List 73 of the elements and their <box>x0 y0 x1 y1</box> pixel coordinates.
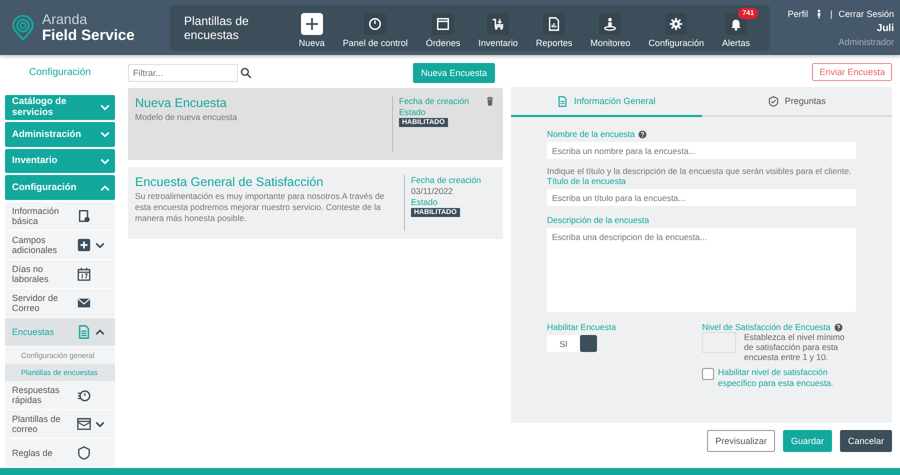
gauge-icon <box>368 16 382 30</box>
checkbox-label: Habilitar nivel de satisfacción específico para esta encuesta. <box>718 367 834 389</box>
sidebar-title: Configuración <box>28 66 92 80</box>
nav-item[interactable]: Nueva <box>290 8 333 48</box>
envelope-icon <box>77 296 91 310</box>
survey-title: Encuesta General de Satisfacción <box>135 175 324 189</box>
checkbox[interactable] <box>702 368 714 380</box>
created-date: 03/11/2022 <box>411 186 454 196</box>
profile-link[interactable]: Perfil <box>788 9 808 19</box>
survey-description: Su retroalimentación es muy importante para nosotros.A través de esta encuesta podremos mejorar nuestro servicio. Conteste de la manera más honesta posible. <box>135 191 386 224</box>
survey-card[interactable] <box>128 167 503 239</box>
calendar-icon <box>77 267 91 281</box>
nav-item[interactable]: Configuración <box>640 8 712 48</box>
footer-button[interactable]: Previsualizar <box>707 430 775 452</box>
sidebar-item[interactable]: Campos adicionales <box>5 231 115 260</box>
description-field[interactable]: Escriba una descripcion de la encuesta... <box>547 228 856 312</box>
user-role: Administrador <box>838 37 894 47</box>
filter-field[interactable]: Filtrar... <box>128 64 238 82</box>
field-label: Título de la encuesta <box>547 176 626 186</box>
bell-icon <box>728 16 743 30</box>
field-label: Nivel de Satisfacción de Encuesta <box>702 322 831 332</box>
enable-toggle[interactable]: SI <box>547 335 597 352</box>
clipboard-icon <box>77 209 91 223</box>
field-label: Habilitar Encuesta <box>547 322 616 332</box>
logo-text: Field Service <box>42 26 135 44</box>
mail-template-icon <box>77 417 91 431</box>
search-icon <box>240 67 252 79</box>
field-label: Nombre de la encuesta <box>547 129 635 139</box>
help-icon <box>638 130 647 138</box>
page-title: Plantillas de encuestas <box>184 14 250 42</box>
survey-title: Nueva Encuesta <box>135 96 228 110</box>
pin-logo-icon <box>10 12 36 42</box>
survey-name-field[interactable]: Escriba un nombre para la encuesta... <box>547 142 856 159</box>
person-pin-icon <box>603 16 618 30</box>
sidebar-item[interactable]: Servidor de Correo <box>5 289 115 318</box>
level-help-text: Establezca el nivel mínimo de satisfacción para esta encuesta entre 1 y 10. <box>744 332 846 362</box>
trash-icon <box>485 96 495 107</box>
survey-title-field[interactable]: Escriba un título para la encuesta... <box>547 189 856 206</box>
logo-text: Aranda <box>42 12 88 26</box>
created-label: Fecha de creación <box>411 175 482 185</box>
field-label: Descripción de la encuesta <box>547 215 650 225</box>
report-icon <box>547 16 562 30</box>
nav-item[interactable]: Panel de control <box>334 8 416 48</box>
footer-button[interactable]: Cancelar <box>840 430 892 452</box>
nav-item[interactable]: Monitoreo <box>582 8 638 48</box>
hint-text: Indique el título y la descripción de la encuesta que serán visibles para el cliente. <box>547 166 852 176</box>
nav-item[interactable]: Reportes <box>528 8 580 48</box>
window-icon <box>436 16 450 30</box>
nav-item[interactable]: Órdenes <box>418 8 468 48</box>
help-icon <box>834 322 843 332</box>
sidebar-item[interactable]: Plantillas de correo <box>5 410 115 439</box>
cart-icon <box>491 16 506 30</box>
settings-icon <box>669 16 684 30</box>
sidebar-item[interactable]: Reglas de <box>5 439 115 468</box>
sidebar-item[interactable]: Días no laborales <box>5 260 115 289</box>
logout-link[interactable]: Cerrar Sesión <box>838 9 894 19</box>
created-label: Fecha de creación <box>399 96 470 106</box>
separator-text: | <box>830 9 832 19</box>
shield-icon <box>77 446 91 460</box>
plus-icon <box>304 16 320 32</box>
status-label: Estado <box>411 197 438 207</box>
document-icon <box>556 96 568 106</box>
shield-check-icon <box>768 96 779 106</box>
sidebar-item[interactable]: Respuestas rápidas <box>5 381 115 410</box>
stopwatch-icon <box>77 388 91 402</box>
plus-icon <box>77 238 91 252</box>
tab[interactable]: Preguntas <box>702 87 892 117</box>
nav-item[interactable]: Inventario <box>470 8 526 48</box>
sidebar-item[interactable]: Información básica <box>5 202 115 231</box>
user-name: Juli <box>876 23 894 34</box>
survey-description: Modelo de nueva encuesta <box>135 112 238 123</box>
document-icon <box>77 325 91 339</box>
status-label: Estado <box>399 107 426 117</box>
